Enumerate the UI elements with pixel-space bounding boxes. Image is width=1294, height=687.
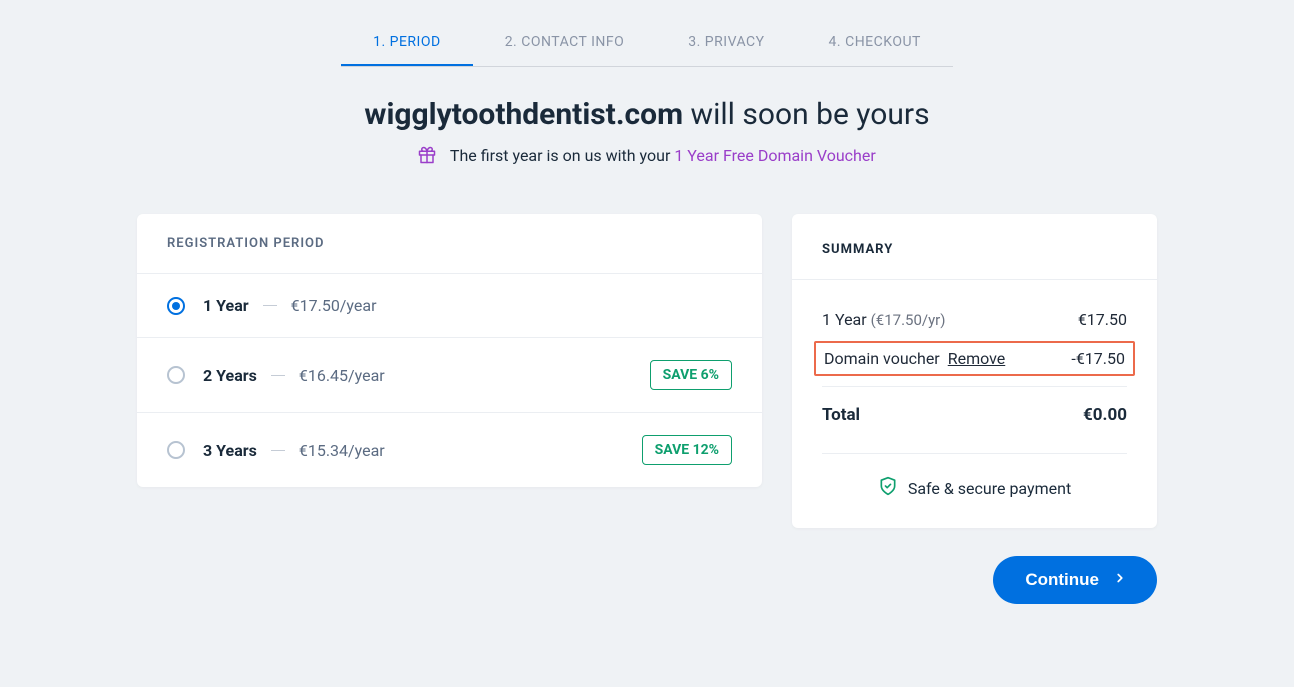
checkout-tabs: 1. PERIOD 2. CONTACT INFO 3. PRIVACY 4. … <box>341 20 953 67</box>
subheading-text: The first year is on us with your <box>450 146 674 165</box>
dash-separator <box>271 450 285 451</box>
radio-1year[interactable] <box>167 297 185 315</box>
summary-total-amount: €0.00 <box>1083 405 1127 425</box>
save-badge-3years: SAVE 12% <box>642 435 732 465</box>
continue-button-label: Continue <box>1025 570 1099 590</box>
period-price-3years: €15.34/year <box>299 441 385 460</box>
period-price-2years: €16.45/year <box>299 366 385 385</box>
period-label-2years: 2 Years <box>203 366 257 385</box>
period-option-2years[interactable]: 2 Years €16.45/year SAVE 6% <box>137 337 762 412</box>
registration-period-card: REGISTRATION PERIOD 1 Year €17.50/year 2… <box>137 214 762 487</box>
tab-privacy[interactable]: 3. PRIVACY <box>656 20 796 66</box>
domain-name: wigglytoothdentist.com <box>364 97 683 132</box>
continue-button[interactable]: Continue <box>993 556 1157 604</box>
radio-2years[interactable] <box>167 366 185 384</box>
summary-line1-amount: €17.50 <box>1078 310 1127 329</box>
period-option-1year[interactable]: 1 Year €17.50/year <box>137 273 762 337</box>
heading-suffix: will soon be yours <box>683 97 930 132</box>
dash-separator <box>271 375 285 376</box>
radio-3years[interactable] <box>167 441 185 459</box>
summary-line1-label: 1 Year <box>822 310 867 329</box>
subheading: The first year is on us with your 1 Year… <box>137 146 1157 168</box>
summary-voucher-amount: -€17.50 <box>1071 349 1125 368</box>
voucher-remove-link[interactable]: Remove <box>948 349 1006 368</box>
summary-voucher-label: Domain voucher <box>824 349 940 368</box>
page-heading: wigglytoothdentist.com will soon be your… <box>137 97 1157 132</box>
voucher-link[interactable]: 1 Year Free Domain Voucher <box>674 146 875 165</box>
summary-card: SUMMARY 1 Year (€17.50/yr) €17.50 Domain… <box>792 214 1157 528</box>
summary-line1-rate: (€17.50/yr) <box>871 311 946 329</box>
tab-checkout[interactable]: 4. CHECKOUT <box>797 20 953 66</box>
summary-header: SUMMARY <box>792 214 1157 280</box>
tab-contact-info[interactable]: 2. CONTACT INFO <box>473 20 657 66</box>
period-label-1year: 1 Year <box>203 296 249 315</box>
secure-payment-text: Safe & secure payment <box>908 479 1071 498</box>
summary-total-label: Total <box>822 405 860 425</box>
dash-separator <box>263 305 277 306</box>
summary-line-1year: 1 Year (€17.50/yr) €17.50 <box>822 310 1127 329</box>
shield-check-icon <box>878 476 898 500</box>
period-price-1year: €17.50/year <box>291 296 377 315</box>
period-label-3years: 3 Years <box>203 441 257 460</box>
registration-period-header: REGISTRATION PERIOD <box>137 214 762 273</box>
period-option-3years[interactable]: 3 Years €15.34/year SAVE 12% <box>137 412 762 487</box>
tab-period[interactable]: 1. PERIOD <box>341 20 473 66</box>
save-badge-2years: SAVE 6% <box>650 360 732 390</box>
summary-total-row: Total €0.00 <box>822 386 1127 425</box>
secure-payment-row: Safe & secure payment <box>822 453 1127 500</box>
chevron-right-icon <box>1113 570 1127 590</box>
summary-voucher-highlight: Domain voucher Remove -€17.50 <box>814 341 1135 376</box>
gift-icon <box>418 146 436 168</box>
